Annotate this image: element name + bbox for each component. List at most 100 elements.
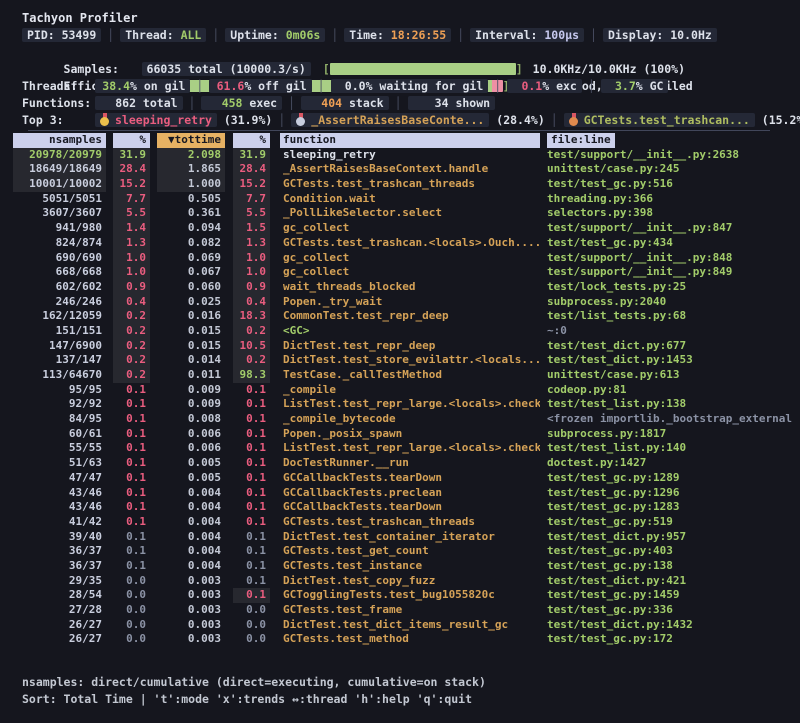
- cell-function: DictTest.test_dict_items_result_gc: [280, 618, 540, 633]
- cell-function: DictTest.test_store_evilattr.<locals...: [280, 353, 540, 368]
- cell-function: GCTests.test_trashcan_threads: [280, 177, 540, 192]
- cell-nsamples: 162/12059: [13, 309, 106, 324]
- cell-tottime: 0.361: [157, 206, 225, 221]
- top3-function-name: GCTests.test_trashcan...: [584, 113, 750, 127]
- table-row: 36/370.10.0040.1GCTests.test_instancetes…: [0, 559, 800, 574]
- top3-percent: (28.4%): [489, 113, 544, 127]
- cell-pct-cumulative: 7.7: [233, 192, 270, 207]
- cell-pct-direct: 0.0: [113, 632, 150, 647]
- cell-nsamples: 51/63: [13, 456, 106, 471]
- cell-function: _compile: [280, 383, 540, 398]
- cell-pct-direct: 0.1: [113, 515, 150, 530]
- column-header-nsamples[interactable]: nsamples: [13, 133, 106, 148]
- cell-tottime: 0.004: [157, 515, 225, 530]
- threads-stat-value: 0.1: [512, 78, 542, 95]
- cell-tottime: 0.004: [157, 559, 225, 574]
- cell-file-line: subprocess.py:2040: [547, 295, 800, 310]
- cell-nsamples: 39/40: [13, 530, 106, 545]
- cell-pct-direct: 7.7: [113, 192, 150, 207]
- threads-stat-suffix: % on gil: [130, 79, 185, 93]
- separator: │: [278, 113, 285, 127]
- status-chip-thread: Thread: ALL: [120, 28, 206, 42]
- table-row: 824/8741.30.0821.3GCTests.test_trashcan.…: [0, 236, 800, 251]
- cell-nsamples: 824/874: [13, 236, 106, 251]
- cell-pct-direct: 0.2: [113, 309, 150, 324]
- table-row: 29/350.00.0030.1DictTest.test_copy_fuzzt…: [0, 574, 800, 589]
- cell-tottime: 0.008: [157, 412, 225, 427]
- cell-tottime: 0.069: [157, 251, 225, 266]
- cell-pct-direct: 1.0: [113, 265, 150, 280]
- cell-nsamples: 113/64670: [13, 368, 106, 383]
- samples-bar-close-bracket: ]: [516, 62, 523, 76]
- cell-nsamples: 10001/10002: [13, 177, 106, 192]
- column-header-file-line[interactable]: file:line: [547, 133, 615, 148]
- functions-stat-chip: 34 shown: [408, 96, 496, 110]
- cell-nsamples: 92/92: [13, 397, 106, 412]
- threads-stat-chip: 3.7% GC: [601, 79, 669, 93]
- cell-pct-direct: 0.2: [113, 339, 150, 354]
- cell-tottime: 1.865: [157, 162, 225, 177]
- cell-file-line: test/test_dict.py:677: [547, 339, 800, 354]
- cell-tottime: 0.005: [157, 456, 225, 471]
- cell-tottime: 0.009: [157, 383, 225, 398]
- table-row: 246/2460.40.0250.4Popen._try_waitsubproc…: [0, 295, 800, 310]
- silver-medal-icon: [296, 113, 306, 126]
- cell-pct-direct: 1.4: [113, 221, 150, 236]
- status-value: ALL: [181, 28, 202, 42]
- separator: │: [588, 79, 595, 93]
- top3-label: Top 3:: [22, 112, 95, 129]
- cell-tottime: 0.067: [157, 265, 225, 280]
- medal-disc: [296, 117, 305, 126]
- tachyon-profiler-screen: Tachyon Profiler PID: 53499│Thread: ALL│…: [0, 0, 800, 723]
- status-label: Time:: [349, 28, 391, 42]
- column-header-pct-direct[interactable]: %: [113, 133, 150, 148]
- table-row: 690/6901.00.0691.0gc_collecttest/support…: [0, 251, 800, 266]
- status-label: Interval:: [475, 28, 544, 42]
- separator: │: [551, 113, 558, 127]
- cell-pct-direct: 0.1: [113, 456, 150, 471]
- cell-file-line: unittest/case.py:245: [547, 162, 800, 177]
- cell-nsamples: 26/27: [13, 632, 106, 647]
- top3-line: Top 3:sleeping_retry (31.9%)│_AssertRais…: [22, 112, 800, 129]
- table-row: 18649/1864928.41.86528.4_AssertRaisesBas…: [0, 162, 800, 177]
- cell-function: DictTest.test_repr_deep: [280, 339, 540, 354]
- separator: │: [288, 96, 295, 110]
- cell-function: GCTests.test_method: [280, 632, 540, 647]
- cell-pct-direct: 0.2: [113, 324, 150, 339]
- functions-stat-chip: 404 stack: [301, 96, 389, 110]
- table-row: 28/540.00.0030.1GCTogglingTests.test_bug…: [0, 588, 800, 603]
- separator: │: [212, 28, 219, 42]
- samples-line: Samples:66035 total (10000.3/s)[]10.0KHz…: [22, 44, 800, 61]
- cell-pct-cumulative: 0.1: [233, 574, 270, 589]
- cell-tottime: 0.060: [157, 280, 225, 295]
- cell-pct-direct: 0.1: [113, 397, 150, 412]
- app-title: Tachyon Profiler: [22, 10, 800, 27]
- cell-pct-cumulative: 0.1: [233, 530, 270, 545]
- table-row: 95/950.10.0090.1_compilecodeop.py:81: [0, 383, 800, 398]
- cell-nsamples: 36/37: [13, 544, 106, 559]
- column-header-function[interactable]: function: [280, 133, 540, 148]
- cell-pct-direct: 31.9: [113, 148, 150, 163]
- cell-nsamples: 43/46: [13, 500, 106, 515]
- cell-tottime: 1.000: [157, 177, 225, 192]
- cell-function: GCTests.test_trashcan.<locals>.Ouch....: [280, 236, 540, 251]
- cell-pct-cumulative: 10.5: [233, 339, 270, 354]
- cell-function: Popen._try_wait: [280, 295, 540, 310]
- column-header-tottime[interactable]: ▼tottime: [157, 133, 225, 148]
- cell-file-line: test/support/__init__.py:847: [547, 221, 800, 236]
- footer-legend: nsamples: direct/cumulative (direct=exec…: [22, 674, 800, 691]
- cell-pct-direct: 0.0: [113, 618, 150, 633]
- cell-pct-cumulative: 0.2: [233, 324, 270, 339]
- functions-stat-chip: 862 total: [95, 96, 183, 110]
- cell-file-line: doctest.py:1427: [547, 456, 800, 471]
- cell-tottime: 0.014: [157, 353, 225, 368]
- table-row: 147/69000.20.01510.5DictTest.test_repr_d…: [0, 339, 800, 354]
- status-value: 10.0Hz: [670, 28, 712, 42]
- table-row: 55/550.10.0060.1ListTest.test_repr_large…: [0, 441, 800, 456]
- column-header-pct-cumulative[interactable]: %: [233, 133, 270, 148]
- cell-pct-cumulative: 0.1: [233, 588, 270, 603]
- status-label: PID:: [27, 28, 62, 42]
- cell-file-line: test/support/__init__.py:849: [547, 265, 800, 280]
- threads-stat-value: 38.4: [100, 78, 130, 95]
- cell-nsamples: 690/690: [13, 251, 106, 266]
